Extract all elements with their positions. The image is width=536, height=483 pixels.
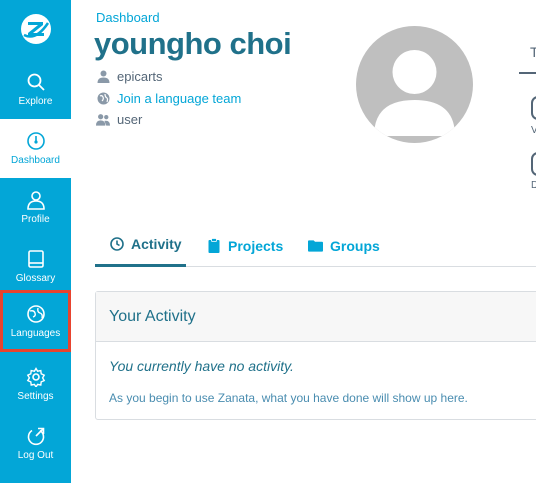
sidebar-item-profile[interactable]: Profile — [0, 178, 71, 237]
page-title: youngho choi — [94, 26, 292, 61]
join-language-team-link[interactable]: Join a language team — [117, 91, 241, 106]
users-icon — [96, 112, 110, 126]
gear-icon — [25, 366, 47, 388]
globe-icon — [96, 91, 110, 105]
role-row: user — [96, 110, 142, 128]
tab-projects[interactable]: Projects — [206, 224, 283, 267]
language-icon — [25, 303, 47, 325]
clock-icon — [109, 237, 124, 252]
user-icon — [25, 189, 47, 211]
user-icon — [96, 69, 110, 83]
dashboard-icon — [25, 130, 47, 152]
username-row: epicarts — [96, 67, 163, 85]
stat-circle-2 — [531, 152, 536, 176]
tab-activity[interactable]: Activity — [95, 224, 186, 267]
clipboard-icon — [206, 238, 221, 253]
sidebar-item-label: Dashboard — [11, 155, 60, 166]
stat-circle-1 — [531, 96, 536, 120]
role-text: user — [117, 111, 143, 127]
stats-tab-label: T — [530, 44, 536, 60]
logout-icon — [25, 425, 47, 447]
book-icon — [25, 248, 47, 270]
sidebar-item-explore[interactable]: Explore — [0, 60, 71, 119]
sidebar-item-logout[interactable]: Log Out — [0, 414, 71, 473]
sidebar-item-label: Profile — [21, 214, 50, 225]
sidebar-item-label: Log Out — [17, 450, 54, 461]
no-activity-message: You currently have no activity. — [109, 358, 294, 374]
username-text: epicarts — [117, 68, 163, 84]
avatar — [356, 26, 473, 143]
sidebar-item-settings[interactable]: Settings — [0, 355, 71, 414]
stat-label-1: V — [531, 125, 536, 136]
tab-label: Projects — [228, 237, 284, 254]
sidebar-item-languages[interactable]: Languages — [0, 290, 71, 352]
tab-label: Groups — [330, 237, 380, 254]
search-icon — [25, 71, 47, 93]
no-activity-description: As you begin to use Zanata, what you hav… — [109, 391, 468, 405]
activity-panel-header: Your Activity — [96, 292, 536, 342]
sidebar: Explore Dashboard Profile Glossary Langu… — [0, 0, 71, 483]
tab-label: Activity — [131, 236, 182, 252]
folder-icon — [308, 238, 323, 253]
stat-label-2: D — [531, 180, 536, 191]
sidebar-item-label: Languages — [10, 327, 61, 339]
language-team-row: Join a language team — [96, 89, 241, 107]
sidebar-item-label: Explore — [18, 96, 53, 107]
activity-panel-title: Your Activity — [109, 308, 196, 325]
stats-tab-clipped[interactable]: T — [519, 40, 536, 74]
tab-groups[interactable]: Groups — [308, 224, 380, 267]
sidebar-item-label: Settings — [17, 391, 54, 402]
sidebar-item-dashboard[interactable]: Dashboard — [0, 119, 71, 178]
dashboard-tabs: Activity Projects Groups — [95, 224, 536, 267]
sidebar-item-glossary[interactable]: Glossary — [0, 237, 71, 296]
stats-tab-underline — [519, 72, 536, 74]
breadcrumb[interactable]: Dashboard — [96, 10, 160, 25]
sidebar-item-label: Glossary — [15, 273, 56, 284]
zanata-logo-icon[interactable] — [0, 0, 71, 58]
activity-panel: Your Activity You currently have no acti… — [95, 291, 536, 420]
